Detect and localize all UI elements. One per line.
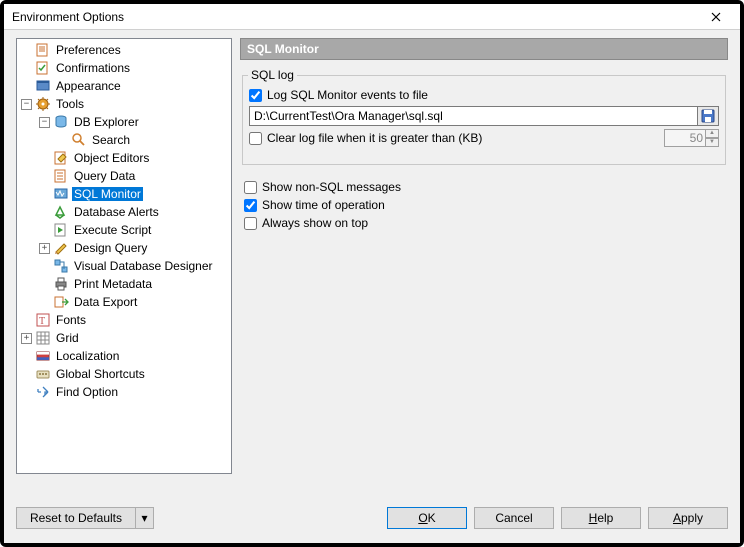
tree-item-grid[interactable]: +Grid (17, 329, 231, 347)
execute-icon (53, 222, 69, 238)
save-icon (701, 109, 715, 123)
apply-button[interactable]: Apply (648, 507, 728, 529)
chevron-down-icon: ▾ (141, 511, 147, 525)
tree-item-design-query[interactable]: +Design Query (17, 239, 231, 257)
collapse-icon[interactable]: − (39, 117, 50, 128)
object-editors-icon (53, 150, 69, 166)
tree-item-print-metadata[interactable]: Print Metadata (17, 275, 231, 293)
reset-split-button: Reset to Defaults ▾ (16, 507, 154, 529)
close-button[interactable] (696, 7, 736, 27)
content: Preferences Confirmations Appearance −To… (4, 30, 740, 543)
label-clear-log: Clear log file when it is greater than (… (267, 131, 482, 145)
svg-text:T: T (39, 316, 45, 327)
tree-item-fonts[interactable]: TFonts (17, 311, 231, 329)
query-data-icon (53, 168, 69, 184)
print-icon (53, 276, 69, 292)
checkbox-log-events[interactable] (249, 89, 262, 102)
appearance-icon (35, 78, 51, 94)
fonts-icon: T (35, 312, 51, 328)
checkbox-clear-log[interactable] (249, 132, 262, 145)
tree-item-sql-monitor[interactable]: SQL Monitor (17, 185, 231, 203)
tree-item-data-export[interactable]: Data Export (17, 293, 231, 311)
dialog-window: Environment Options Preferences Confirma… (0, 0, 744, 547)
sql-monitor-icon (53, 186, 69, 202)
tree-item-global-shortcuts[interactable]: Global Shortcuts (17, 365, 231, 383)
tree-item-localization[interactable]: Localization (17, 347, 231, 365)
tree-item-appearance[interactable]: Appearance (17, 77, 231, 95)
input-log-path[interactable] (249, 106, 698, 126)
extra-options: Show non-SQL messages Show time of opera… (244, 176, 724, 234)
confirm-icon (35, 60, 51, 76)
checkbox-show-time[interactable] (244, 199, 257, 212)
sql-log-fieldset: Log SQL Monitor events to file Clear log… (242, 75, 726, 165)
kb-spinner: ▲ ▼ (705, 129, 719, 147)
checkbox-show-non-sql[interactable] (244, 181, 257, 194)
tree-item-visual-db-designer[interactable]: Visual Database Designer (17, 257, 231, 275)
tree-item-database-alerts[interactable]: Database Alerts (17, 203, 231, 221)
collapse-icon[interactable]: − (21, 99, 32, 110)
reset-button[interactable]: Reset to Defaults (16, 507, 136, 529)
label-show-time: Show time of operation (262, 198, 385, 212)
label-show-non-sql: Show non-SQL messages (262, 180, 401, 194)
tree-item-db-explorer[interactable]: −DB Explorer (17, 113, 231, 131)
tree-item-object-editors[interactable]: Object Editors (17, 149, 231, 167)
help-button[interactable]: Help (561, 507, 641, 529)
spinner-down-icon: ▼ (705, 138, 719, 147)
tree-item-execute-script[interactable]: Execute Script (17, 221, 231, 239)
window-title: Environment Options (12, 10, 696, 24)
panel-header: SQL Monitor (240, 38, 728, 60)
expand-icon[interactable]: + (39, 243, 50, 254)
design-query-icon (53, 240, 69, 256)
label-always-top: Always show on top (262, 216, 368, 230)
label-log-events: Log SQL Monitor events to file (267, 88, 428, 102)
titlebar: Environment Options (4, 4, 740, 30)
shortcuts-icon (35, 366, 51, 382)
close-icon (711, 12, 721, 22)
tree-item-find-option[interactable]: Find Option (17, 383, 231, 401)
alerts-icon (53, 204, 69, 220)
cancel-button[interactable]: Cancel (474, 507, 554, 529)
nav-tree: Preferences Confirmations Appearance −To… (17, 41, 231, 401)
search-icon (71, 132, 87, 148)
browse-button[interactable] (697, 106, 719, 126)
tree-panel[interactable]: Preferences Confirmations Appearance −To… (16, 38, 232, 474)
vdb-icon (53, 258, 69, 274)
db-explorer-icon (53, 114, 69, 130)
settings-panel: SQL Monitor SQL log Log SQL Monitor even… (240, 38, 728, 474)
input-kb (664, 129, 706, 147)
tree-item-preferences[interactable]: Preferences (17, 41, 231, 59)
localization-icon (35, 348, 51, 364)
spinner-up-icon: ▲ (705, 129, 719, 138)
find-icon (35, 384, 51, 400)
expand-icon[interactable]: + (21, 333, 32, 344)
tools-icon (35, 96, 51, 112)
tree-item-confirmations[interactable]: Confirmations (17, 59, 231, 77)
export-icon (53, 294, 69, 310)
reset-dropdown-button[interactable]: ▾ (136, 507, 154, 529)
button-bar: Reset to Defaults ▾ OK Cancel Help Apply (4, 493, 740, 543)
tree-item-tools[interactable]: −Tools (17, 95, 231, 113)
prefs-icon (35, 42, 51, 58)
tree-item-query-data[interactable]: Query Data (17, 167, 231, 185)
grid-icon (35, 330, 51, 346)
tree-item-search[interactable]: Search (17, 131, 231, 149)
checkbox-always-top[interactable] (244, 217, 257, 230)
ok-button[interactable]: OK (387, 507, 467, 529)
fieldset-label: SQL log (248, 68, 297, 82)
